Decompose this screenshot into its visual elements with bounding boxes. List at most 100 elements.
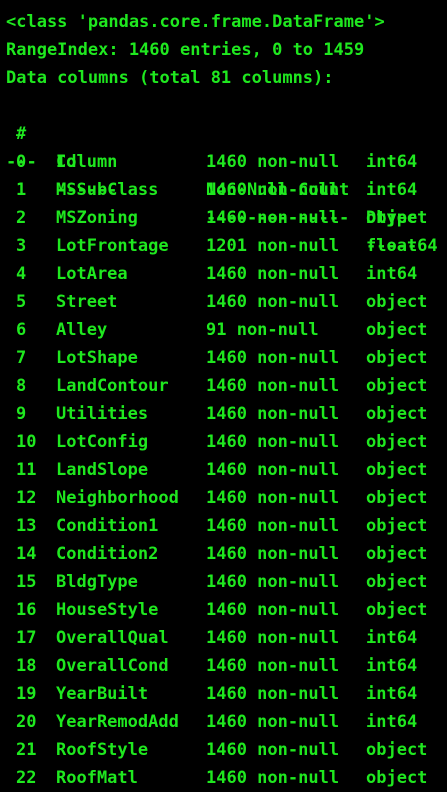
row-dtype: object: [366, 432, 428, 452]
table-row: 6 Alley 91 non-null object: [6, 316, 444, 344]
table-row: 21 RoofStyle 1460 non-null object: [6, 736, 444, 764]
row-column-name: OverallCond: [56, 656, 169, 676]
row-column-name: Condition2: [56, 544, 159, 564]
row-non-null-count: 1460 non-null: [206, 684, 340, 704]
row-non-null-count: 1460 non-null: [206, 180, 340, 200]
row-dtype: int64: [366, 684, 418, 704]
row-non-null-count: 1460 non-null: [206, 768, 340, 788]
terminal-output: <class 'pandas.core.frame.DataFrame'> Ra…: [6, 8, 444, 792]
table-row: 17 OverallQual 1460 non-null int64: [6, 624, 444, 652]
row-column-name: OverallQual: [56, 628, 169, 648]
row-column-name: Neighborhood: [56, 488, 179, 508]
row-dtype: object: [366, 544, 428, 564]
table-row: 20 YearRemodAdd 1460 non-null int64: [6, 708, 444, 736]
row-non-null-count: 1460 non-null: [206, 404, 340, 424]
row-column-name: YearRemodAdd: [56, 712, 179, 732]
row-dtype: object: [366, 376, 428, 396]
row-non-null-count: 1460 non-null: [206, 572, 340, 592]
row-index: 20: [16, 712, 37, 732]
row-index: 22: [16, 768, 37, 788]
row-dtype: object: [366, 572, 428, 592]
row-index: 7: [16, 348, 27, 368]
row-dtype: int64: [366, 712, 418, 732]
row-dtype: object: [366, 600, 428, 620]
row-index: 0: [16, 152, 27, 172]
row-dtype: object: [366, 348, 428, 368]
row-dtype: int64: [366, 628, 418, 648]
row-column-name: LandSlope: [56, 460, 149, 480]
row-column-name: BldgType: [56, 572, 138, 592]
row-index: 2: [16, 208, 27, 228]
row-index: 8: [16, 376, 27, 396]
row-dtype: object: [366, 740, 428, 760]
row-dtype: int64: [366, 180, 418, 200]
row-column-name: LotShape: [56, 348, 138, 368]
row-non-null-count: 1460 non-null: [206, 348, 340, 368]
row-column-name: Id: [56, 152, 77, 172]
table-separator: --- ------ -------------- -----: [6, 120, 444, 256]
row-non-null-count: 91 non-null: [206, 320, 319, 340]
row-column-name: Alley: [56, 320, 108, 340]
row-index: 9: [16, 404, 27, 424]
table-body: 0 Id 1460 non-null int64 1 MSSubClass 1460 non…: [6, 148, 444, 792]
row-column-name: LandContour: [56, 376, 169, 396]
row-dtype: object: [366, 320, 428, 340]
row-dtype: object: [366, 460, 428, 480]
row-index: 13: [16, 516, 37, 536]
row-index: 18: [16, 656, 37, 676]
row-column-name: MSSubClass: [56, 180, 159, 200]
table-row: 11 LandSlope 1460 non-null object: [6, 456, 444, 484]
table-row: 2 MSZoning 1460 non-null object: [6, 204, 444, 232]
row-index: 10: [16, 432, 37, 452]
row-column-name: LotArea: [56, 264, 128, 284]
row-non-null-count: 1460 non-null: [206, 656, 340, 676]
class-line: <class 'pandas.core.frame.DataFrame'>: [6, 12, 385, 32]
table-row: 14 Condition2 1460 non-null object: [6, 540, 444, 568]
table-row: 0 Id 1460 non-null int64: [6, 148, 444, 176]
table-row: 19 YearBuilt 1460 non-null int64: [6, 680, 444, 708]
row-non-null-count: 1460 non-null: [206, 544, 340, 564]
row-non-null-count: 1460 non-null: [206, 432, 340, 452]
row-non-null-count: 1460 non-null: [206, 740, 340, 760]
table-row: 7 LotShape 1460 non-null object: [6, 344, 444, 372]
row-non-null-count: 1460 non-null: [206, 264, 340, 284]
data-columns-line: Data columns (total 81 columns):: [6, 68, 334, 88]
row-dtype: object: [366, 768, 428, 788]
table-row: 15 BldgType 1460 non-null object: [6, 568, 444, 596]
row-dtype: object: [366, 208, 428, 228]
row-non-null-count: 1460 non-null: [206, 600, 340, 620]
row-index: 14: [16, 544, 37, 564]
row-dtype: object: [366, 404, 428, 424]
table-row: 5 Street 1460 non-null object: [6, 288, 444, 316]
row-non-null-count: 1460 non-null: [206, 488, 340, 508]
table-row: 16 HouseStyle 1460 non-null object: [6, 596, 444, 624]
row-non-null-count: 1201 non-null: [206, 236, 340, 256]
table-row: 10 LotConfig 1460 non-null object: [6, 428, 444, 456]
row-non-null-count: 1460 non-null: [206, 460, 340, 480]
table-row: 4 LotArea 1460 non-null int64: [6, 260, 444, 288]
row-non-null-count: 1460 non-null: [206, 292, 340, 312]
row-column-name: RoofMatl: [56, 768, 138, 788]
row-dtype: object: [366, 516, 428, 536]
table-row: 9 Utilities 1460 non-null object: [6, 400, 444, 428]
row-non-null-count: 1460 non-null: [206, 208, 340, 228]
row-column-name: RoofStyle: [56, 740, 149, 760]
row-dtype: float64: [366, 236, 438, 256]
row-non-null-count: 1460 non-null: [206, 152, 340, 172]
table-row: 8 LandContour 1460 non-null object: [6, 372, 444, 400]
table-header: # Column Non-Null Count Dtype: [6, 92, 444, 228]
row-non-null-count: 1460 non-null: [206, 376, 340, 396]
table-row: 12 Neighborhood 1460 non-null object: [6, 484, 444, 512]
row-index: 1: [16, 180, 27, 200]
row-column-name: Street: [56, 292, 118, 312]
row-column-name: HouseStyle: [56, 600, 159, 620]
row-index: 21: [16, 740, 37, 760]
row-index: 3: [16, 236, 27, 256]
table-row: 22 RoofMatl 1460 non-null object: [6, 764, 444, 792]
row-dtype: object: [366, 292, 428, 312]
table-row: 1 MSSubClass 1460 non-null int64: [6, 176, 444, 204]
table-row: 3 LotFrontage 1201 non-null float64: [6, 232, 444, 260]
row-index: 12: [16, 488, 37, 508]
table-row: 18 OverallCond 1460 non-null int64: [6, 652, 444, 680]
row-non-null-count: 1460 non-null: [206, 712, 340, 732]
